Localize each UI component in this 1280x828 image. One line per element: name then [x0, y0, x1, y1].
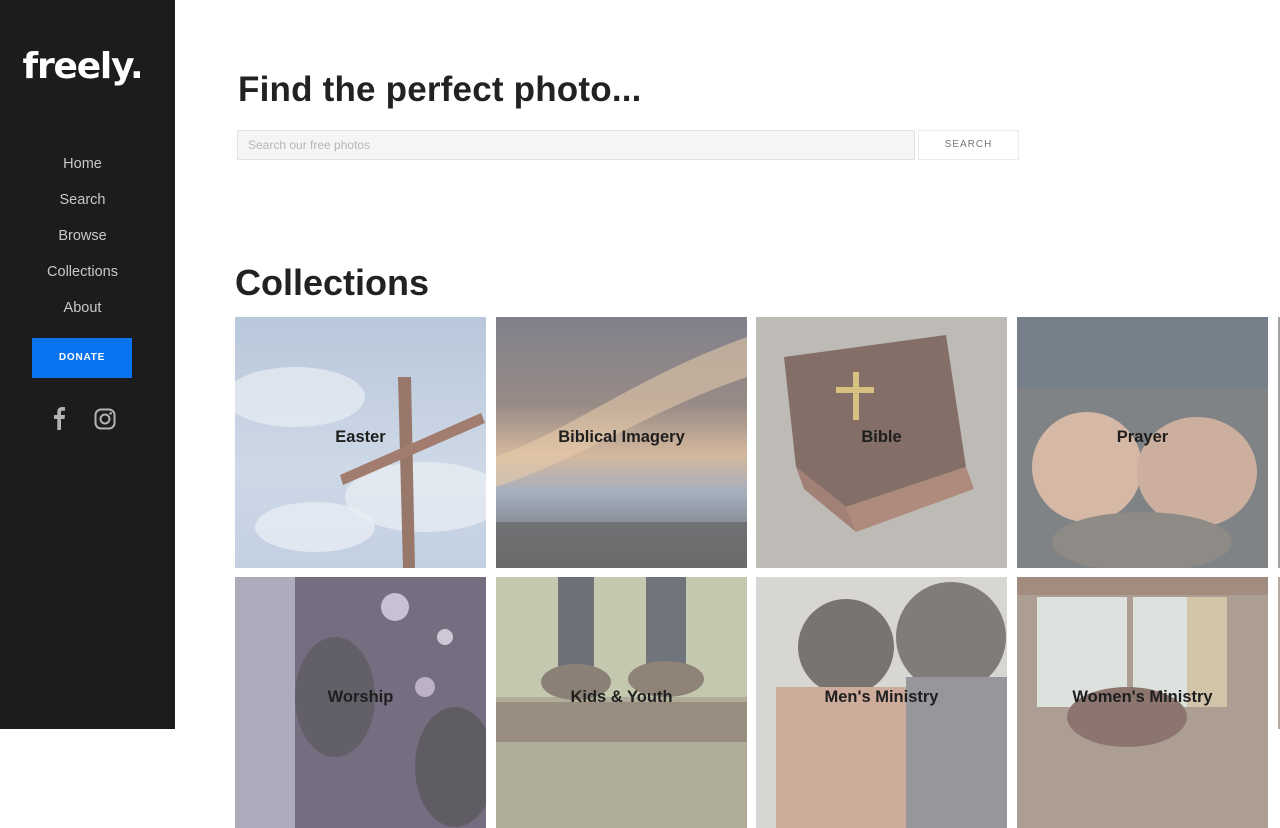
nav-item-home[interactable]: Home: [0, 152, 165, 188]
instagram-icon[interactable]: [94, 408, 116, 430]
collection-tile-worship[interactable]: Worship: [235, 577, 486, 828]
search-button[interactable]: SEARCH: [918, 130, 1019, 160]
main-content: Find the perfect photo... SEARCH Collect…: [175, 0, 1280, 828]
collection-label: Women's Ministry: [1072, 688, 1213, 706]
collection-label: Easter: [335, 428, 386, 446]
collection-label: Biblical Imagery: [558, 428, 685, 446]
collection-tile-prayer[interactable]: Prayer: [1017, 317, 1268, 568]
collection-tile-mens-ministry[interactable]: Men's Ministry: [756, 577, 1007, 828]
main-nav: Home Search Browse Collections About: [0, 152, 165, 332]
logo[interactable]: freely.: [0, 46, 165, 87]
collection-label: Prayer: [1116, 428, 1169, 446]
page-title: Find the perfect photo...: [238, 70, 642, 109]
collection-tile-womens-ministry[interactable]: Women's Ministry: [1017, 577, 1268, 828]
collection-label: Worship: [327, 688, 394, 706]
nav-item-collections[interactable]: Collections: [0, 260, 165, 296]
collection-tile-easter[interactable]: Easter: [235, 317, 486, 568]
facebook-icon[interactable]: [52, 406, 66, 430]
collection-label: Bible: [861, 428, 902, 446]
nav-item-search[interactable]: Search: [0, 188, 165, 224]
social-links: [0, 404, 165, 434]
collection-label: Men's Ministry: [824, 688, 939, 706]
sidebar: freely. Home Search Browse Collections A…: [0, 0, 175, 729]
collections-title: Collections: [235, 262, 430, 303]
collection-label: Kids & Youth: [570, 688, 673, 706]
nav-item-browse[interactable]: Browse: [0, 224, 165, 260]
collection-tile-biblical-imagery[interactable]: Biblical Imagery: [496, 317, 747, 568]
nav-item-about[interactable]: About: [0, 296, 165, 332]
donate-button[interactable]: DONATE: [32, 338, 132, 378]
collection-tile-kids-youth[interactable]: Kids & Youth: [496, 577, 747, 828]
search-input[interactable]: [237, 130, 915, 160]
collection-tile-bible[interactable]: Bible: [756, 317, 1007, 568]
